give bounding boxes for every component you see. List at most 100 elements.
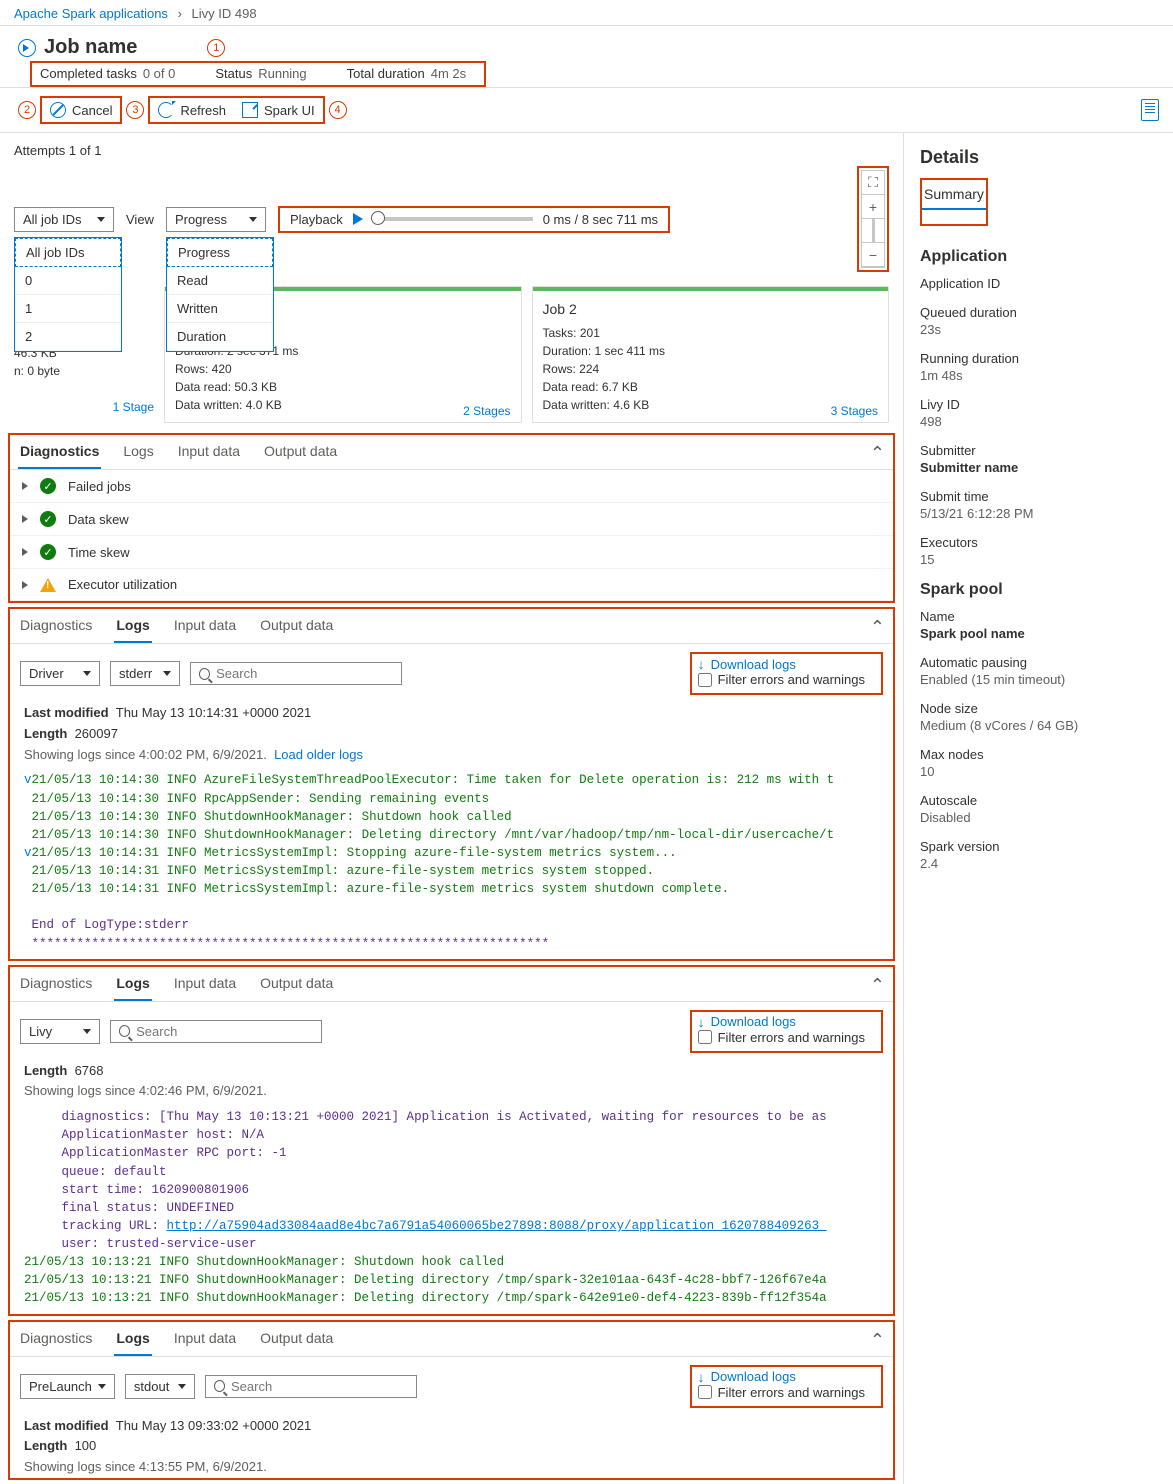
jobids-option[interactable]: 2: [15, 323, 121, 351]
zoom-slider[interactable]: [862, 219, 884, 243]
tab-diagnostics[interactable]: Diagnostics: [18, 609, 94, 643]
jobids-option[interactable]: 1: [15, 295, 121, 323]
details-value: Disabled: [920, 810, 1157, 825]
job-line: Data read: 6.7 KB: [543, 378, 879, 396]
annotation-3: 3: [126, 101, 144, 119]
cancel-button[interactable]: Cancel: [42, 98, 120, 122]
jobids-dropdown[interactable]: All job IDs: [14, 207, 114, 232]
diagnostic-row[interactable]: ✓Failed jobs: [10, 470, 893, 503]
download-logs-link[interactable]: ↓ Download logs: [698, 1369, 875, 1385]
progress-option[interactable]: Duration: [167, 323, 273, 351]
jobids-option[interactable]: 0: [15, 267, 121, 295]
log-search-field[interactable]: [136, 1024, 313, 1039]
log-search-input[interactable]: [190, 662, 402, 685]
job-stages-link[interactable]: 2 Stages: [463, 404, 510, 418]
log-stream-dropdown[interactable]: stdout: [125, 1374, 195, 1399]
tab-logs[interactable]: Logs: [114, 609, 151, 643]
chevron-right-icon: [22, 482, 28, 490]
last-modified-value: Thu May 13 09:33:02 +0000 2021: [116, 1418, 312, 1433]
progress-option[interactable]: Progress: [167, 238, 273, 267]
job-stages-link[interactable]: 3 Stages: [831, 404, 878, 418]
progress-option[interactable]: Written: [167, 295, 273, 323]
log-search-input[interactable]: [205, 1375, 417, 1398]
filter-errors-checkbox[interactable]: [698, 673, 712, 687]
log-search-field[interactable]: [216, 666, 393, 681]
diagnostic-row[interactable]: Executor utilization: [10, 569, 893, 601]
document-icon[interactable]: [1141, 99, 1159, 121]
tab-output-data[interactable]: Output data: [258, 609, 335, 643]
tab-logs[interactable]: Logs: [121, 435, 155, 469]
tab-input-data[interactable]: Input data: [176, 435, 242, 469]
zoom-in-button[interactable]: +: [862, 195, 884, 219]
playback-slider[interactable]: [373, 217, 533, 221]
collapse-icon[interactable]: ⌃: [870, 1330, 885, 1351]
log-source-dropdown[interactable]: PreLaunch: [20, 1374, 115, 1399]
load-older-logs-link[interactable]: Load older logs: [274, 747, 363, 762]
tracking-url-link[interactable]: http://a75904ad33084aad8e4bc7a6791a54060…: [167, 1219, 827, 1233]
log-search-input[interactable]: [110, 1020, 322, 1043]
view-label: View: [126, 212, 154, 227]
showing-since: Showing logs since 4:02:46 PM, 6/9/2021.: [24, 1083, 267, 1098]
tab-input-data[interactable]: Input data: [172, 1322, 238, 1356]
log-search-field[interactable]: [231, 1379, 408, 1394]
diagnostic-row[interactable]: ✓Data skew: [10, 503, 893, 536]
details-item: Executors15: [920, 535, 1157, 567]
details-key: Submitter: [920, 443, 1157, 458]
filter-errors-checkbox[interactable]: [698, 1030, 712, 1044]
diagnostic-row[interactable]: ✓Time skew: [10, 536, 893, 569]
chevron-down-icon: [97, 217, 105, 222]
external-link-icon: [242, 102, 258, 118]
tab-diagnostics[interactable]: Diagnostics: [18, 967, 94, 1001]
diagnostic-label: Data skew: [68, 512, 129, 527]
status-value: Running: [258, 66, 306, 81]
status-warn-icon: [40, 578, 56, 592]
tab-diagnostics[interactable]: Diagnostics: [18, 435, 101, 469]
log-stream-dropdown[interactable]: stderr: [110, 661, 180, 686]
details-summary-tab[interactable]: Summary: [922, 180, 986, 210]
download-logs-link[interactable]: ↓ Download logs: [698, 656, 875, 672]
zoom-fit-button[interactable]: ⛶: [862, 171, 884, 195]
progress-option[interactable]: Read: [167, 267, 273, 295]
tab-output-data[interactable]: Output data: [262, 435, 339, 469]
progress-selected: Progress: [175, 212, 227, 227]
log-source-dropdown[interactable]: Driver: [20, 661, 100, 686]
details-value: 15: [920, 552, 1157, 567]
tab-output-data[interactable]: Output data: [258, 967, 335, 1001]
play-icon[interactable]: [353, 213, 363, 225]
tab-diagnostics[interactable]: Diagnostics: [18, 1322, 94, 1356]
collapse-icon[interactable]: ⌃: [870, 617, 885, 638]
zoom-control: ⛶ + −: [861, 170, 885, 268]
details-key: Submit time: [920, 489, 1157, 504]
collapse-icon[interactable]: ⌃: [870, 443, 885, 464]
tab-logs[interactable]: Logs: [114, 967, 151, 1001]
details-item: Livy ID498: [920, 397, 1157, 429]
tab-output-data[interactable]: Output data: [258, 1322, 335, 1356]
details-item: Automatic pausingEnabled (15 min timeout…: [920, 655, 1157, 687]
tab-logs[interactable]: Logs: [114, 1322, 151, 1356]
summary-row: Completed tasks0 of 0 StatusRunning Tota…: [32, 63, 484, 85]
status-ok-icon: ✓: [40, 478, 56, 494]
zoom-out-button[interactable]: −: [862, 243, 884, 267]
filter-errors-checkbox[interactable]: [698, 1385, 712, 1399]
job-card[interactable]: Job 2 Tasks: 201 Duration: 1 sec 411 ms …: [532, 286, 890, 423]
jobids-option[interactable]: All job IDs: [15, 238, 121, 267]
download-logs-link[interactable]: ↓ Download logs: [698, 1014, 875, 1030]
partial-footer[interactable]: 1 Stage: [14, 398, 154, 416]
completed-tasks-value: 0 of 0: [143, 66, 176, 81]
log-source-dropdown[interactable]: Livy: [20, 1019, 100, 1044]
details-item: Queued duration23s: [920, 305, 1157, 337]
details-value: 23s: [920, 322, 1157, 337]
job-title: Job 2: [543, 299, 879, 320]
progress-dropdown[interactable]: Progress: [166, 207, 266, 232]
sparkui-button[interactable]: Spark UI: [234, 98, 323, 122]
refresh-button[interactable]: Refresh: [150, 98, 234, 122]
breadcrumb-current: Livy ID 498: [192, 6, 257, 21]
breadcrumb-root[interactable]: Apache Spark applications: [14, 6, 168, 21]
slider-thumb[interactable]: [371, 211, 385, 225]
collapse-icon[interactable]: ⌃: [870, 975, 885, 996]
details-key: Max nodes: [920, 747, 1157, 762]
tab-input-data[interactable]: Input data: [172, 967, 238, 1001]
tab-input-data[interactable]: Input data: [172, 609, 238, 643]
last-modified-label: Last modified: [24, 1418, 109, 1433]
details-header: Details: [920, 143, 1157, 178]
